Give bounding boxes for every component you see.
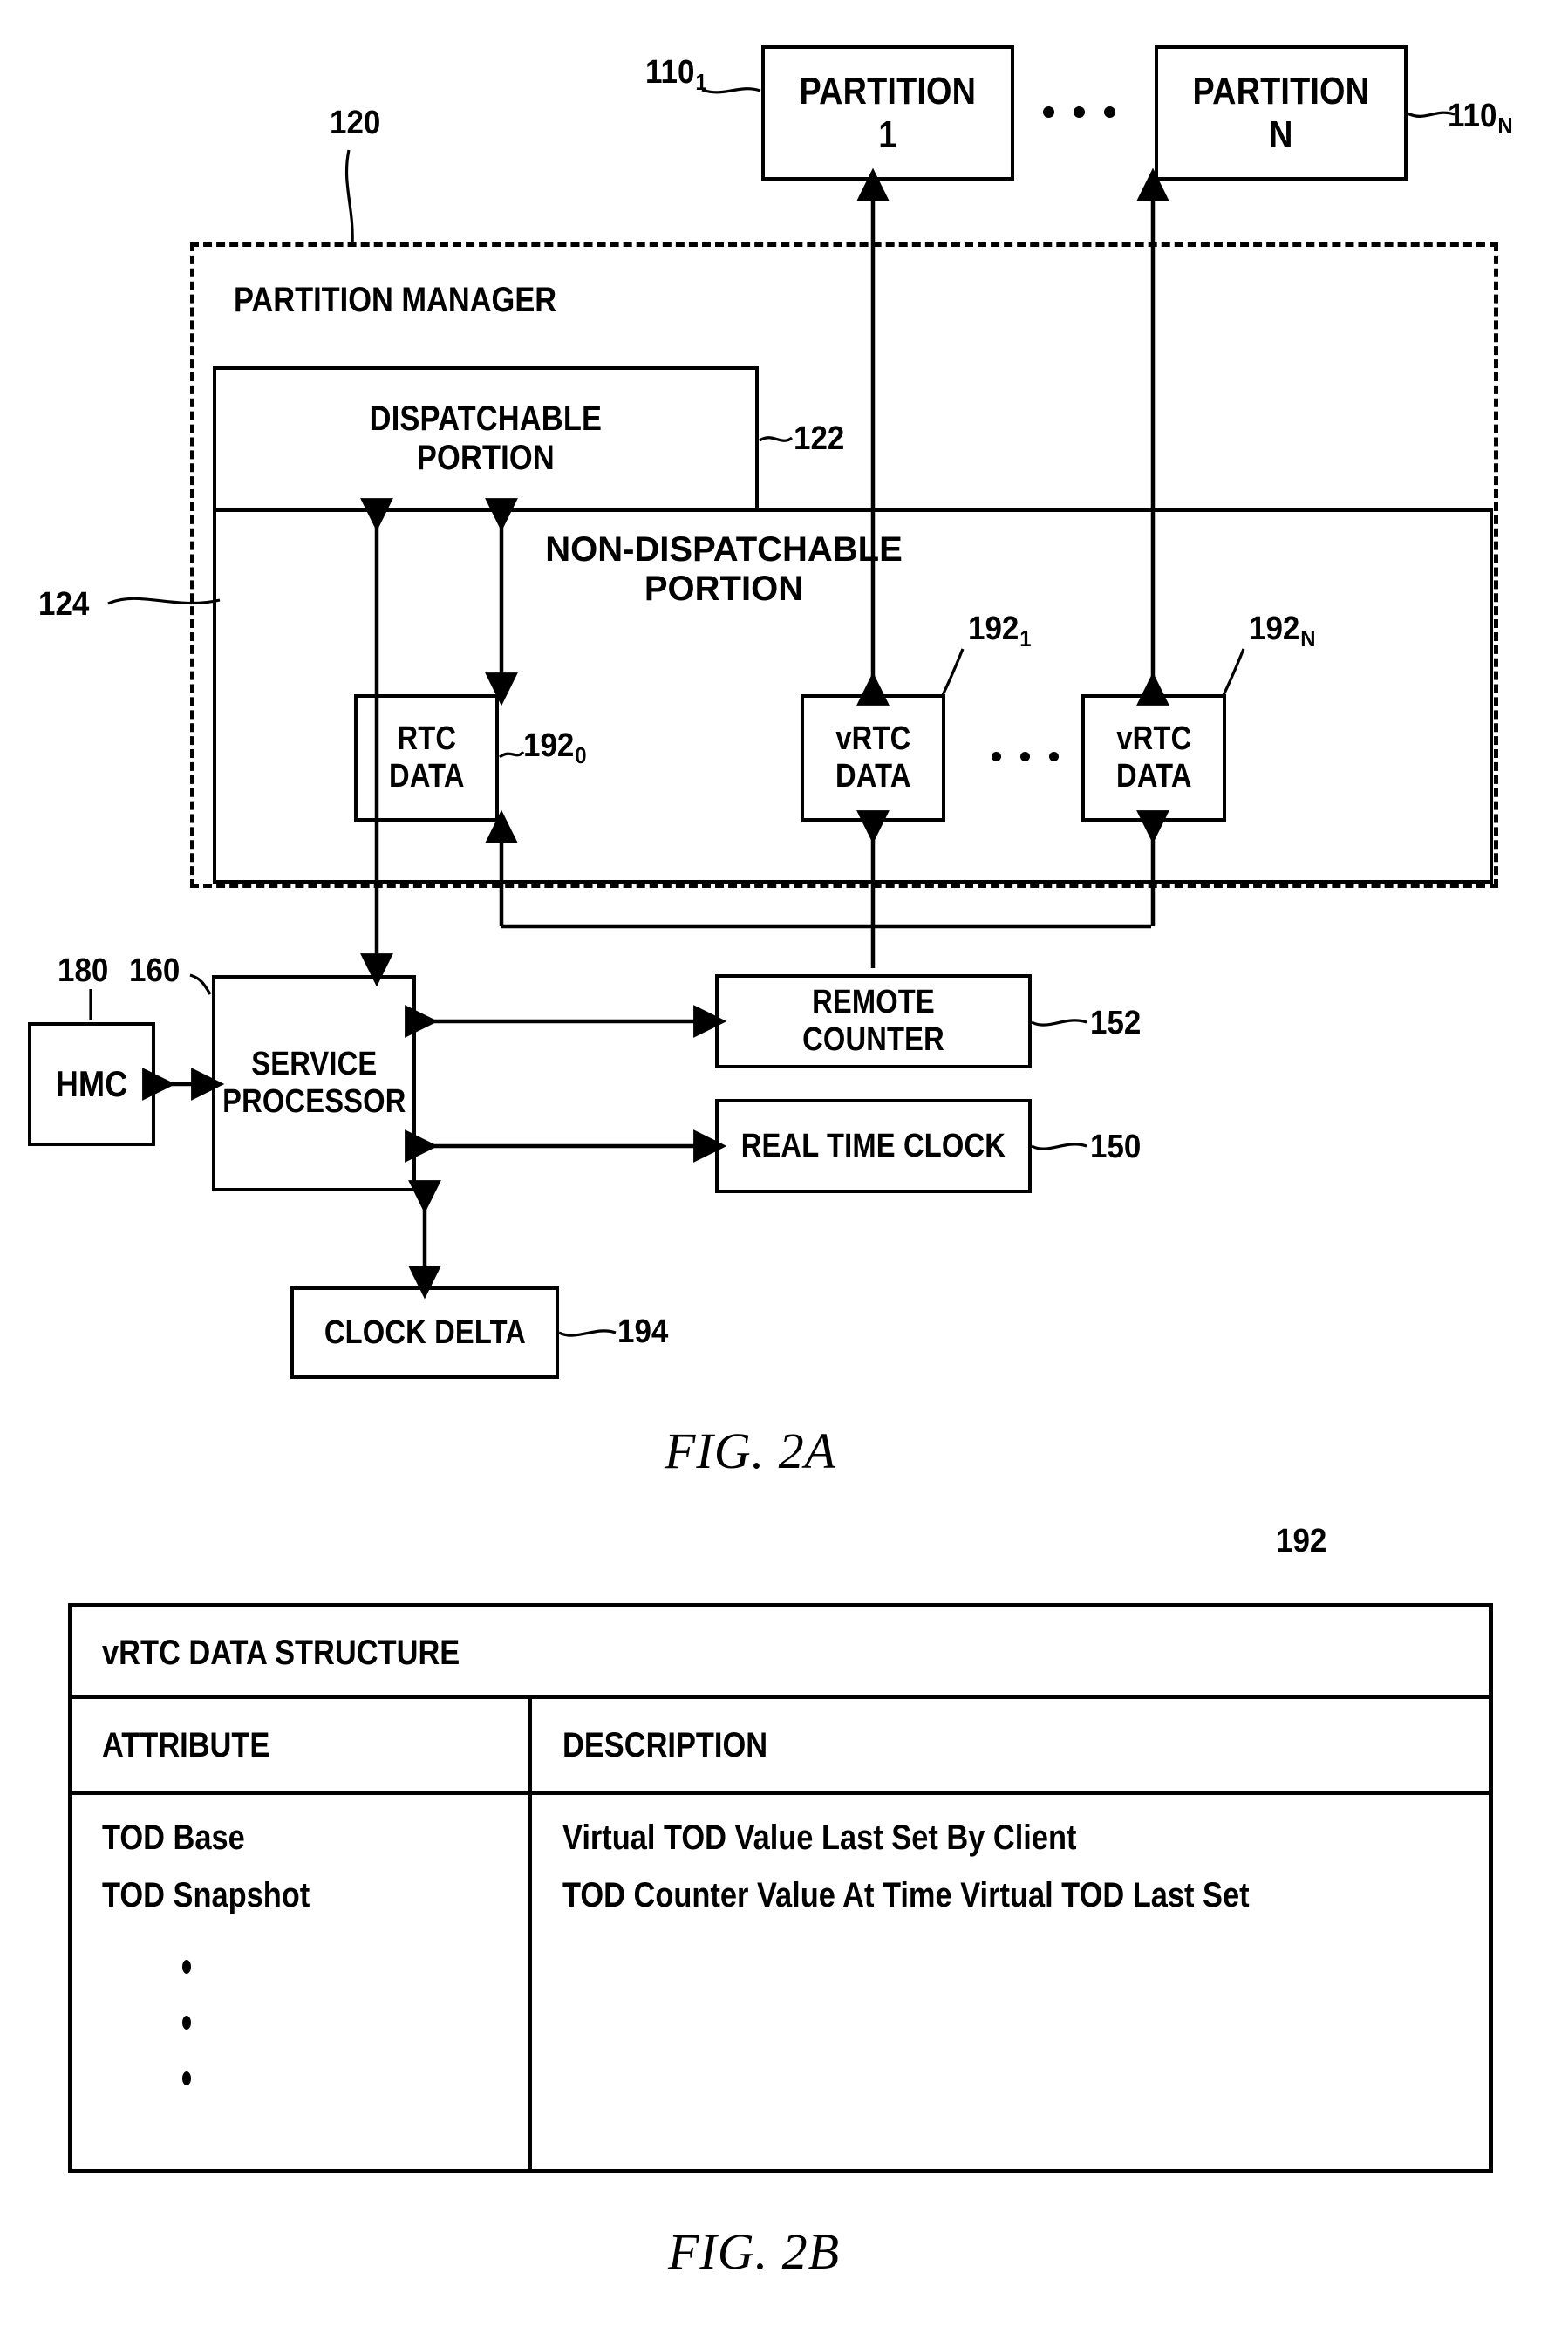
rtc-data-box: RTC DATA <box>354 694 499 822</box>
non-dispatchable-portion-label: NON-DISPATCHABLE PORTION <box>545 530 903 608</box>
fig-2a-caption: FIG. 2A <box>665 1423 837 1479</box>
table-header-description: DESCRIPTION <box>562 1726 768 1764</box>
partitions-ellipsis <box>1043 106 1115 118</box>
remote-counter-label: REMOTE COUNTER <box>802 984 944 1058</box>
ref-124: 124 <box>38 586 90 623</box>
real-time-clock-label: REAL TIME CLOCK <box>740 1127 1006 1164</box>
ref-192-n: 192N <box>1249 611 1316 652</box>
vrtc-data-1-box: vRTC DATA <box>801 694 945 822</box>
dispatchable-portion-box: DISPATCHABLE PORTION <box>213 366 759 511</box>
hmc-box: HMC <box>28 1022 155 1146</box>
ref-180: 180 <box>58 952 109 989</box>
table-header-attribute: ATTRIBUTE <box>102 1726 270 1764</box>
remote-counter-box: REMOTE COUNTER <box>715 974 1032 1068</box>
partition-n-box: PARTITION N <box>1155 45 1408 181</box>
ref-192-1: 1921 <box>968 611 1032 652</box>
real-time-clock-box: REAL TIME CLOCK <box>715 1099 1032 1193</box>
table-row-1-description: TOD Counter Value At Time Virtual TOD La… <box>562 1876 1250 1914</box>
ref-152: 152 <box>1090 1005 1142 1041</box>
partition-manager-title: PARTITION MANAGER <box>234 281 557 319</box>
vrtc-data-n-box: vRTC DATA <box>1081 694 1226 822</box>
table-continuation-ellipsis <box>182 1960 191 2085</box>
table-column-divider <box>528 1699 532 2173</box>
hmc-label: HMC <box>55 1063 128 1105</box>
table-header-row <box>72 1699 1489 1795</box>
rtc-data-label: RTC DATA <box>388 720 465 795</box>
vrtc-data-1-label: vRTC DATA <box>835 720 911 795</box>
partition-1-box: PARTITION 1 <box>761 45 1014 181</box>
service-processor-label: SERVICE PROCESSOR <box>222 1046 406 1120</box>
table-row-0-attribute: TOD Base <box>102 1819 245 1857</box>
ref-110-n: 110N <box>1448 98 1513 139</box>
ref-122: 122 <box>794 420 845 457</box>
partition-n-label: PARTITION N <box>1192 70 1370 156</box>
ref-110-1: 1101 <box>645 54 707 95</box>
partition-1-label: PARTITION 1 <box>799 70 977 156</box>
table-row-0-description: Virtual TOD Value Last Set By Client <box>562 1819 1077 1857</box>
table-title-cell: vRTC DATA STRUCTURE <box>102 1634 460 1672</box>
ref-160: 160 <box>129 952 181 989</box>
ref-192-table: 192 <box>1276 1523 1327 1559</box>
ref-150: 150 <box>1090 1129 1142 1165</box>
ref-192-0: 1920 <box>523 727 587 768</box>
clock-delta-box: CLOCK DELTA <box>290 1286 559 1379</box>
dispatchable-portion-label: DISPATCHABLE PORTION <box>369 399 603 477</box>
ref-120: 120 <box>330 105 381 141</box>
fig-2b-caption: FIG. 2B <box>668 2223 841 2280</box>
clock-delta-label: CLOCK DELTA <box>324 1314 526 1351</box>
vrtc-ellipsis <box>992 752 1059 761</box>
table-row-1-attribute: TOD Snapshot <box>102 1876 310 1914</box>
ref-194: 194 <box>617 1314 669 1350</box>
vrtc-data-structure-table: vRTC DATA STRUCTURE ATTRIBUTE DESCRIPTIO… <box>68 1603 1493 2173</box>
vrtc-data-n-label: vRTC DATA <box>1115 720 1192 795</box>
service-processor-box: SERVICE PROCESSOR <box>212 975 416 1191</box>
